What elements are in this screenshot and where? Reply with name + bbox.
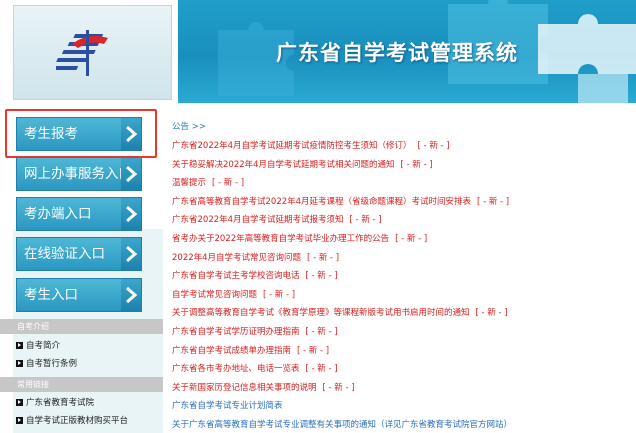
list-item: 关于调整高等教育自学考试《教育学原理》等课程新版考试用书启用时间的通知 [ - 新… <box>172 304 632 323</box>
sidebar: 考生报考 网上办事服务入口 考办端入口 在线验证入口 考生入口 自考介绍 自考简… <box>0 103 163 433</box>
logo-panel <box>13 5 172 100</box>
new-badge: [ - 新 - ] <box>477 196 510 207</box>
chevron-right-icon <box>121 279 141 311</box>
bullet-arrow-icon <box>16 342 23 349</box>
notice-link[interactable]: 广东省自学考试学历证明办理指南 <box>172 327 300 337</box>
section-heading-intro: 自考介绍 <box>0 319 163 334</box>
side-link-label: 自学考试正版教材购买平台 <box>26 416 129 426</box>
list-item: 广东省高等教育自学考试2022年4月延考课程（省级命题课程）考试时间安排表 [ -… <box>172 193 632 212</box>
list-item: 广东省自学考试主考学校咨询电话 [ - 新 - ] <box>172 267 632 286</box>
new-badge: [ - 新 - ] <box>212 178 245 189</box>
header: 广东省自学考试管理系统 <box>0 0 636 103</box>
list-item: 广东省自学考试成绩单办理指南 [ - 新 - ] <box>172 342 632 361</box>
bullet-arrow-icon <box>16 417 23 424</box>
list-item: 广东省2022年4月自学考试延期考试疫情防控考生须知（修订） [ - 新 - ] <box>172 137 632 156</box>
side-link-label: 自考简介 <box>26 341 61 351</box>
list-item: 自学考试常见咨询问题 [ - 新 - ] <box>172 286 632 305</box>
header-banner: 广东省自学考试管理系统 <box>178 0 636 103</box>
list-item: 温馨提示 [ - 新 - ] <box>172 174 632 193</box>
new-badge: [ - 新 - ] <box>417 141 450 151</box>
new-badge: [ - 新 - ] <box>305 364 338 375</box>
list-item: 广东省各市考办地址、电话一览表 [ - 新 - ] <box>172 360 632 379</box>
new-badge: [ - 新 - ] <box>305 326 338 337</box>
list-item: 关于新国家历登记信息相关事项的说明 [ - 新 - ] <box>172 379 632 398</box>
notice-link[interactable]: 广东省自学考试专业计划简表 <box>172 401 283 411</box>
logo-icon <box>56 30 108 76</box>
notice-link[interactable]: 自学考试常见咨询问题 <box>172 290 257 300</box>
side-link-regulations[interactable]: 自考暂行条例 <box>16 356 77 372</box>
bullet-arrow-icon <box>16 360 23 367</box>
nav-button-label: 网上办事服务入口 <box>24 166 132 182</box>
list-item: 广东省自学考试专业计划简表 <box>172 397 632 416</box>
new-badge: [ - 新 - ] <box>307 252 340 263</box>
chevron-right-icon <box>121 198 141 230</box>
nav-button-label: 在线验证入口 <box>24 246 105 262</box>
list-item: 广东省2022年4月自学考试延期考试报考须知 [ - 新 - ] <box>172 211 632 230</box>
notice-list: 广东省2022年4月自学考试延期考试疫情防控考生须知（修订）[ - 新 - ] 关… <box>172 137 632 433</box>
list-item: 省考办关于2022年高等教育自学考试毕业办理工作的公告 [ - 新 - ] <box>172 230 632 249</box>
bullet-arrow-icon <box>16 399 23 406</box>
section-heading-links: 常用链接 <box>0 377 163 392</box>
notice-link[interactable]: 关于稳妥解决2022年4月自学考试延期考试相关问题的通知 <box>172 160 395 170</box>
new-badge: [ - 新 - ] <box>263 289 296 300</box>
notice-heading[interactable]: 公告 >> <box>172 120 206 132</box>
notice-link[interactable]: 关于新国家历登记信息相关事项的说明 <box>172 383 317 393</box>
list-item: 关于稳妥解决2022年4月自学考试延期考试相关问题的通知 [ - 新 - ] <box>172 156 632 175</box>
new-badge: [ - 新 - ] <box>349 215 382 226</box>
side-link-label: 自考暂行条例 <box>26 359 78 369</box>
nav-button-label: 考办端入口 <box>24 206 92 222</box>
notice-link[interactable]: 广东省高等教育自学考试2022年4月延考课程（省级命题课程）考试时间安排表 <box>172 197 471 207</box>
side-link-textbook-platform[interactable]: 自学考试正版教材购买平台 <box>16 413 128 429</box>
nav-button-label: 考生入口 <box>24 287 78 303</box>
new-badge: [ - 新 - ] <box>400 159 433 170</box>
chevron-right-icon <box>121 238 141 270</box>
notice-link[interactable]: 广东省2022年4月自学考试延期考试疫情防控考生须知（修订） <box>172 141 412 151</box>
notice-link[interactable]: 广东省各市考办地址、电话一览表 <box>172 364 300 374</box>
list-item: 广东省自学考试学历证明办理指南 [ - 新 - ] <box>172 323 632 342</box>
new-badge: [ - 新 - ] <box>297 345 330 356</box>
notice-link[interactable]: 省考办关于2022年高等教育自学考试毕业办理工作的公告 <box>172 234 389 244</box>
side-link-label: 广东省教育考试院 <box>26 398 95 408</box>
new-badge: [ - 新 - ] <box>305 271 338 282</box>
new-badge: [ - 新 - ] <box>395 233 428 244</box>
nav-button-office-portal[interactable]: 考办端入口 <box>16 197 142 231</box>
site-title: 广东省自学考试管理系统 <box>276 41 518 65</box>
notice-link[interactable]: 关于调整高等教育自学考试《教育学原理》等课程新版考试用书启用时间的通知 <box>172 308 470 318</box>
side-link-intro[interactable]: 自考简介 <box>16 338 60 354</box>
chevron-right-icon <box>121 158 141 190</box>
side-link-exam-institute[interactable]: 广东省教育考试院 <box>16 395 94 411</box>
notice-link[interactable]: 温馨提示 <box>172 178 206 188</box>
nav-button-online-service[interactable]: 网上办事服务入口 <box>16 157 142 191</box>
notice-link[interactable]: 广东省自学考试成绩单办理指南 <box>172 346 291 356</box>
list-item: 2022年4月自学考试常见咨询问题 [ - 新 - ] <box>172 249 632 268</box>
nav-button-candidate-login[interactable]: 考生入口 <box>16 278 142 312</box>
new-badge: [ - 新 - ] <box>475 308 508 319</box>
list-item: 关于广东省高等教育自学考试专业调整有关事项的通知（详见广东省教育考试院官方网站） <box>172 416 632 433</box>
notice-link[interactable]: 关于广东省高等教育自学考试专业调整有关事项的通知（详见广东省教育考试院官方网站） <box>172 420 512 430</box>
new-badge: [ - 新 - ] <box>322 382 355 393</box>
notice-link[interactable]: 广东省2022年4月自学考试延期考试报考须知 <box>172 215 344 225</box>
notice-link[interactable]: 广东省自学考试主考学校咨询电话 <box>172 271 300 281</box>
nav-button-online-verify[interactable]: 在线验证入口 <box>16 237 142 271</box>
notice-link[interactable]: 2022年4月自学考试常见咨询问题 <box>172 253 301 263</box>
highlight-box <box>5 109 157 158</box>
